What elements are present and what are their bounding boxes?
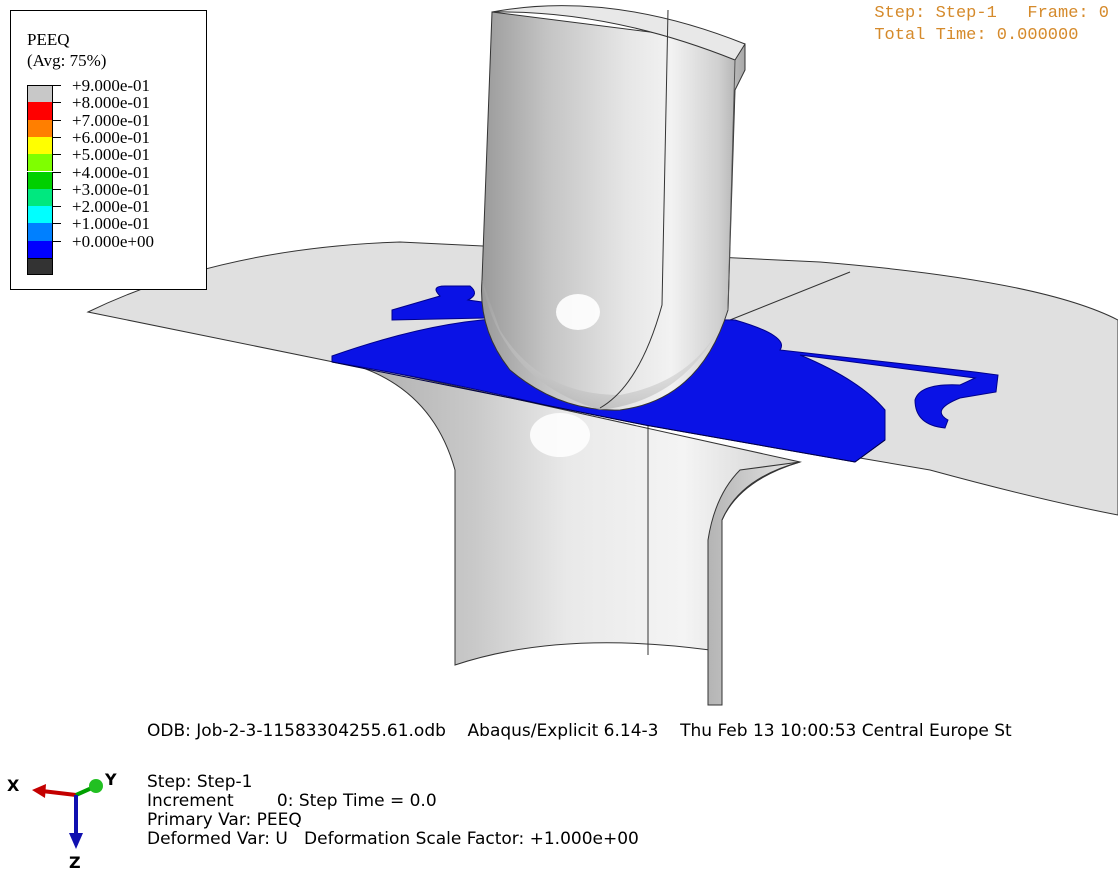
odb-info-line: ODB: Job-2-3-11583304255.61.odb Abaqus/E…: [147, 721, 1012, 741]
legend-swatch: [27, 85, 53, 103]
legend-title: PEEQ (Avg: 75%): [27, 29, 106, 71]
info-increment: Increment 0: Step Time = 0.0: [147, 791, 437, 811]
x-axis-head: [32, 784, 46, 798]
legend-swatch: [27, 171, 53, 189]
legend-swatch: [27, 136, 53, 155]
legend-tick: [53, 223, 61, 225]
step-frame-text: Step: Step-1 Frame: 0: [874, 4, 1109, 23]
legend-swatch: [27, 206, 53, 224]
die-highlight: [530, 413, 590, 457]
legend-swatch: [27, 119, 53, 137]
legend-swatch: [27, 188, 53, 207]
contour-legend: PEEQ (Avg: 75%) +9.000e-01 +8.000e-01 +7.0…: [10, 10, 207, 290]
legend-tick: [53, 154, 61, 156]
legend-swatch: [27, 223, 53, 241]
legend-entry: +0.000e+00: [27, 233, 202, 258]
info-deformed-var: Deformed Var: U Deformation Scale Factor…: [147, 829, 639, 849]
legend-tick: [53, 119, 61, 121]
info-primary-var: Primary Var: PEEQ: [147, 810, 302, 830]
z-axis-label: Z: [69, 853, 81, 872]
total-time-text: Total Time: 0.000000: [874, 26, 1079, 45]
legend-tick: [53, 136, 61, 138]
legend-value: +6.000e-01: [72, 127, 151, 147]
legend-value: +2.000e-01: [72, 197, 151, 217]
y-axis-head: [89, 779, 103, 793]
legend-value: +5.000e-01: [72, 145, 151, 165]
legend-swatch: [27, 154, 53, 172]
info-step: Step: Step-1: [147, 772, 253, 792]
z-axis-head: [69, 833, 83, 849]
axis-triad: X Y Z: [0, 765, 130, 873]
x-axis-arrow: [41, 789, 77, 797]
punch-highlight: [556, 294, 600, 330]
legend-value: +4.000e-01: [72, 162, 151, 182]
legend-swatch: [27, 102, 53, 120]
legend-value: +7.000e-01: [72, 110, 151, 130]
legend-value: +8.000e-01: [72, 93, 151, 113]
legend-tick: [53, 206, 61, 208]
punch-body: [481, 11, 746, 411]
legend-entry-min: [27, 258, 202, 276]
state-info-block: Step: Step-1 Increment 0: Step Time = 0.…: [147, 773, 639, 849]
legend-swatch: [27, 258, 53, 276]
die-inner-wall: [707, 461, 801, 706]
legend-averaging: (Avg: 75%): [27, 51, 107, 70]
legend-variable: PEEQ: [27, 30, 70, 49]
legend-tick: [53, 240, 61, 242]
legend-value: +1.000e-01: [72, 214, 151, 234]
legend-value: +3.000e-01: [72, 179, 151, 199]
legend-swatch: [27, 240, 53, 258]
legend-tick: [53, 102, 61, 104]
legend-tick: [53, 188, 61, 190]
y-axis-label: Y: [105, 770, 117, 789]
legend-value: +0.000e+00: [72, 231, 154, 251]
legend-value: +9.000e-01: [72, 76, 151, 95]
legend-tick: [53, 171, 61, 173]
step-frame-info: Step: Step-1 Frame: 0 Total Time: 0.0000…: [874, 3, 1109, 47]
abaqus-viewport[interactable]: PEEQ (Avg: 75%) +9.000e-01 +8.000e-01 +7.0…: [0, 0, 1118, 873]
x-axis-label: X: [7, 776, 20, 795]
legend-tick: [53, 85, 61, 86]
